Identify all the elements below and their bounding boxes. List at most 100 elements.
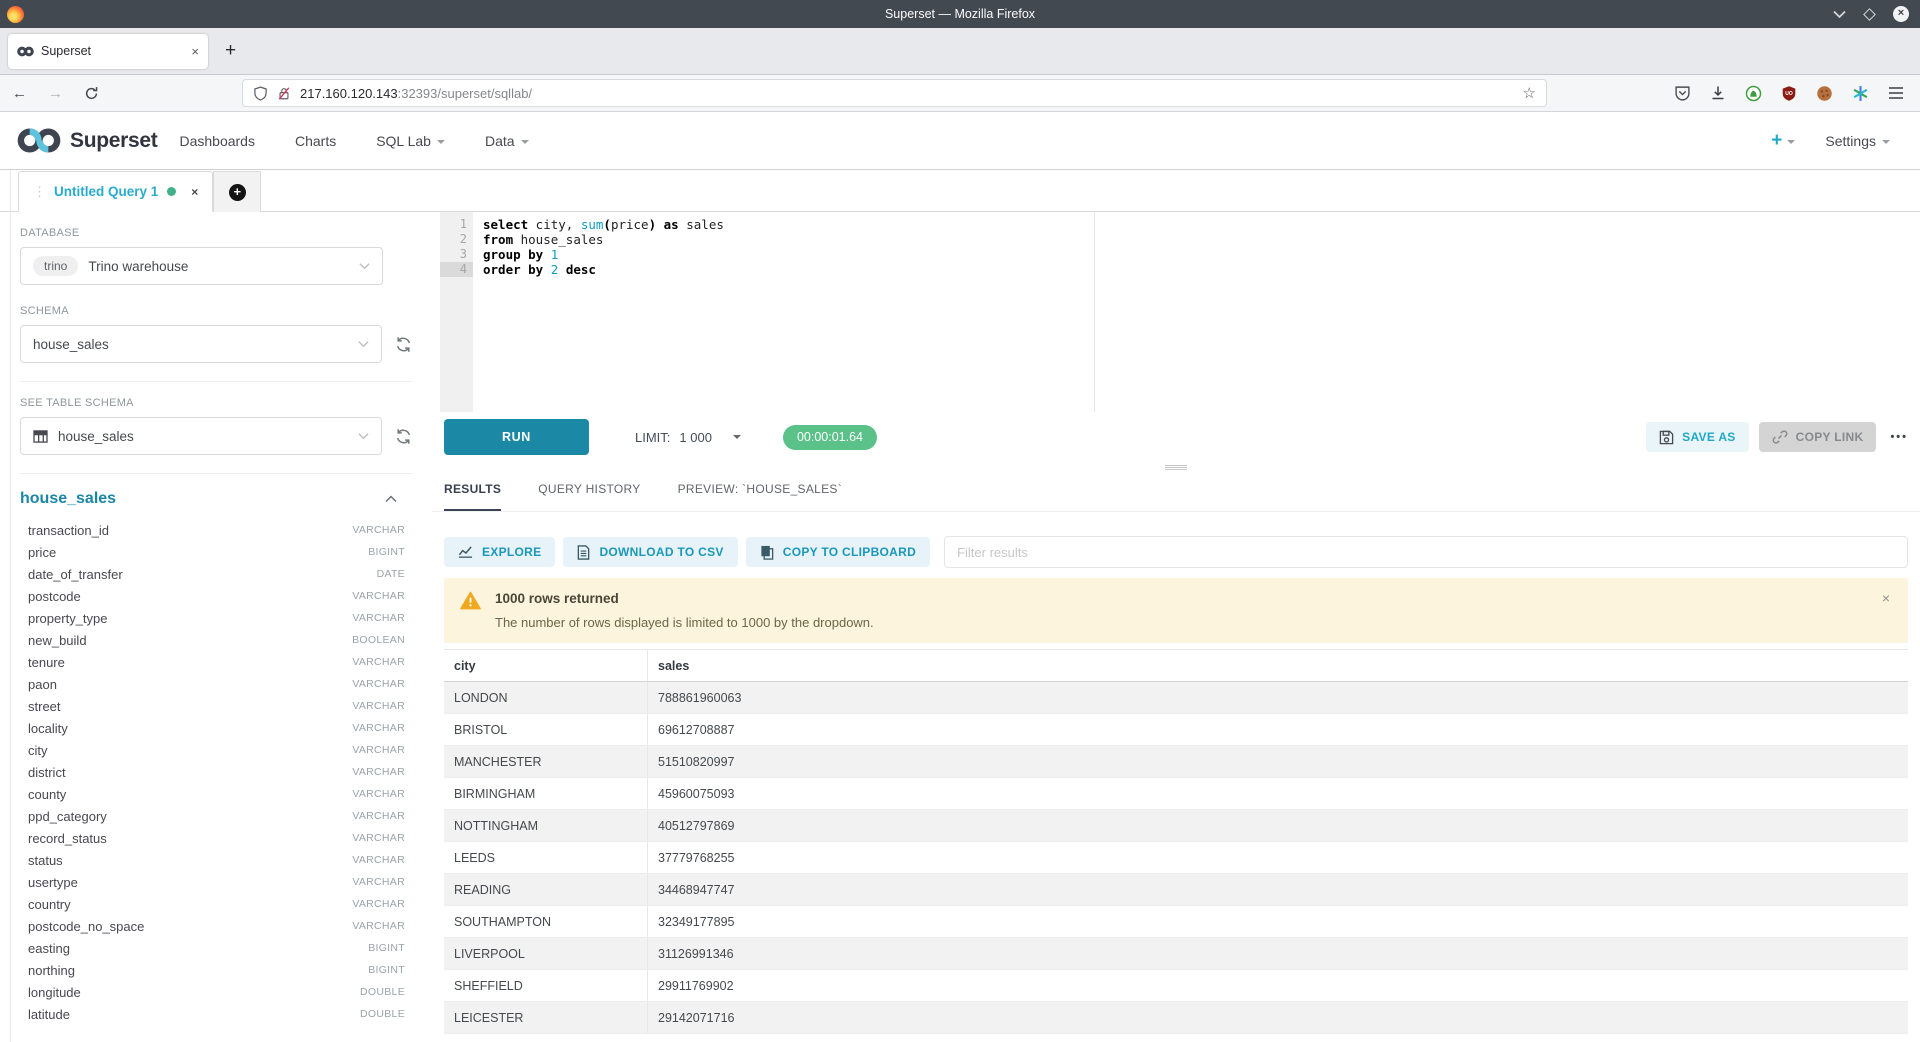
cell-sales: 788861960063 [648,682,1908,713]
window-maximize-icon[interactable] [1863,8,1876,21]
cell-city: BIRMINGHAM [444,778,648,809]
save-as-button[interactable]: SAVE AS [1646,422,1748,452]
query-tab-close-icon[interactable]: × [191,185,198,199]
sql-editor[interactable]: 1234 select city, sum(price) as salesfro… [432,212,1920,412]
drag-handle-icon[interactable]: ⋮ [33,184,45,200]
query-tab[interactable]: ⋮ Untitled Query 1 × [18,171,213,212]
column-row: county VARCHAR [20,783,405,805]
refresh-tables-icon[interactable] [395,428,412,445]
table-row: BRISTOL 69612708887 [444,714,1908,746]
explore-button[interactable]: EXPLORE [444,537,555,567]
divider [20,473,412,474]
column-type: VARCHAR [352,524,405,536]
save-icon [1659,430,1674,445]
browser-tab[interactable]: Superset × [8,34,208,69]
database-label: DATABASE [20,227,412,239]
print-margin-line [1094,212,1095,412]
table-row: SOUTHAMPTON 32349177895 [444,906,1908,938]
column-row: easting BIGINT [20,937,405,959]
column-name: easting [28,941,368,956]
column-row: postcode_no_space VARCHAR [20,915,405,937]
column-type: VARCHAR [352,788,405,800]
window-close-icon[interactable]: × [1893,6,1909,22]
pane-splitter[interactable] [432,462,1920,472]
pocket-icon[interactable] [1674,85,1691,102]
chevron-down-icon [437,140,445,144]
cell-sales: 32349177895 [648,906,1908,937]
run-button[interactable]: RUN [444,419,589,455]
privacy-badger-icon[interactable] [1745,85,1762,102]
url-field[interactable]: 217.160.120.143:32393/superset/sqllab/ ☆ [242,79,1547,107]
tab-preview-table[interactable]: PREVIEW: `HOUSE_SALES` [678,482,842,511]
add-new-button[interactable]: + [1771,130,1795,152]
settings-menu[interactable]: Settings [1825,133,1890,149]
table-select[interactable]: house_sales [20,417,382,455]
tab-close-icon[interactable]: × [191,44,199,59]
add-query-tab-button[interactable]: + [213,171,261,212]
new-tab-button[interactable]: + [225,40,236,62]
database-select[interactable]: trino Trino warehouse [20,247,383,285]
column-name: ppd_category [28,809,352,824]
column-name: transaction_id [28,523,352,538]
table-row: NOTTINGHAM 40512797869 [444,810,1908,842]
bookmark-star-icon[interactable]: ☆ [1523,84,1536,102]
forward-button[interactable]: → [48,85,63,102]
splitter-grip-icon[interactable] [1165,465,1187,470]
filter-results-input[interactable] [944,536,1908,568]
nav-data[interactable]: Data [485,133,529,149]
column-type: DOUBLE [360,986,405,998]
results-table-body: LONDON 788861960063 BRISTOL 69612708887 … [444,682,1908,1034]
ublock-icon[interactable]: UO [1781,85,1797,102]
chevron-up-icon[interactable] [385,495,397,503]
column-header-sales[interactable]: sales [648,650,1908,681]
url-host: 217.160.120.143 [300,86,398,101]
downloads-icon[interactable] [1710,85,1726,101]
cookie-icon[interactable] [1816,85,1833,102]
column-row: price BIGINT [20,541,405,563]
alert-close-icon[interactable]: × [1882,590,1890,606]
limit-dropdown[interactable]: LIMIT: 1 000 [635,430,741,445]
tab-results[interactable]: RESULTS [444,482,501,511]
schema-label: SCHEMA [20,305,412,317]
extension-asterisk-icon[interactable] [1852,85,1869,102]
tab-query-history[interactable]: QUERY HISTORY [538,482,640,511]
back-button[interactable]: ← [12,85,27,102]
editor-gutter: 1234 [440,212,473,412]
cell-sales: 45960075093 [648,778,1908,809]
table-row: SHEFFIELD 29911769902 [444,970,1908,1002]
table-row: LONDON 788861960063 [444,682,1908,714]
column-row: date_of_transfer DATE [20,563,405,585]
shield-permissions-icon[interactable] [253,86,268,101]
window-minimize-icon[interactable] [1833,10,1846,18]
browser-tabstrip: Superset × + [0,28,1920,75]
copy-clipboard-button[interactable]: COPY TO CLIPBOARD [746,537,930,567]
column-header-city[interactable]: city [444,650,648,681]
column-type: BIGINT [368,546,405,558]
table-row: BIRMINGHAM 45960075093 [444,778,1908,810]
editor-code[interactable]: select city, sum(price) as salesfrom hou… [473,212,1920,412]
column-type: VARCHAR [352,678,405,690]
column-row: longitude DOUBLE [20,981,405,1003]
refresh-schemas-icon[interactable] [395,336,412,353]
nav-dashboards[interactable]: Dashboards [179,133,255,149]
download-csv-button[interactable]: DOWNLOAD TO CSV [563,537,737,567]
schema-select[interactable]: house_sales [20,325,382,363]
nav-sql-lab[interactable]: SQL Lab [376,133,445,149]
reload-button[interactable] [84,86,99,101]
cell-city: BRISTOL [444,714,648,745]
copy-link-button[interactable]: COPY LINK [1759,422,1877,452]
column-row: city VARCHAR [20,739,405,761]
column-type: VARCHAR [352,920,405,932]
limit-label: LIMIT: [635,430,670,445]
hamburger-menu-icon[interactable] [1888,86,1904,100]
column-type: VARCHAR [352,722,405,734]
lock-insecure-icon[interactable] [277,86,291,101]
more-actions-button[interactable]: ••• [1890,431,1908,443]
nav-charts[interactable]: Charts [295,133,336,149]
superset-logo[interactable]: Superset [16,126,157,155]
column-name: date_of_transfer [28,567,377,582]
plus-circle-icon: + [229,184,246,201]
column-type: VARCHAR [352,744,405,756]
table-title[interactable]: house_sales [20,490,385,508]
column-type: DOUBLE [360,1008,405,1020]
